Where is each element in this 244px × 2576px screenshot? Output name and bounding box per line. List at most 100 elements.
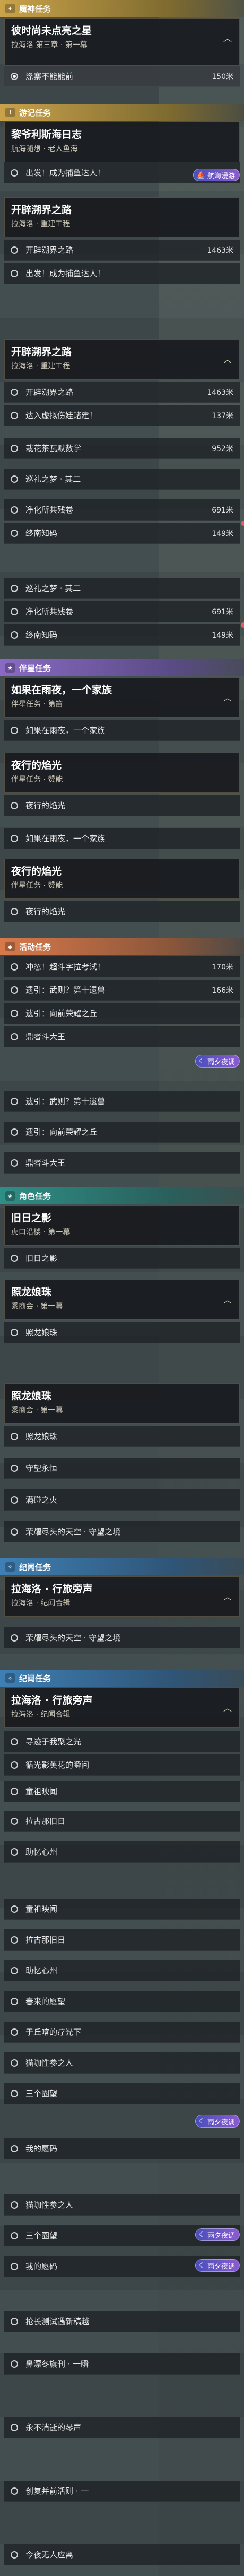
quest-step[interactable]: 于丘喀的疗光下 xyxy=(4,2022,240,2043)
quest-step[interactable]: 三个圈望 xyxy=(4,2083,240,2104)
quest-step[interactable]: 鼻漂冬旗刊 · 一瞬 xyxy=(4,2353,240,2375)
quest-step[interactable]: 如果在雨夜，一个家族 xyxy=(4,828,240,849)
quest-step[interactable]: 今夜无人应离 xyxy=(4,2544,240,2565)
step-label: 童祖映闻 xyxy=(25,1904,58,1914)
quest-card[interactable]: 开辟溯界之路 拉海洛 · 重建工程 xyxy=(4,197,240,237)
quest-card[interactable]: 如果在雨夜，一个家族 伴星任务 · 第笛 ︿ xyxy=(4,677,240,718)
step-radio-icon xyxy=(11,1009,18,1017)
chevron-up-icon[interactable]: ︿ xyxy=(223,1590,232,1602)
quest-step[interactable]: 满碰之火 xyxy=(4,1489,240,1511)
category-label: 伴星任务 xyxy=(19,663,51,673)
quest-step[interactable]: 鼎者斗大王 xyxy=(4,1026,240,1047)
quest-step[interactable]: 照龙娘珠 xyxy=(4,1322,240,1343)
step-label: 涤寨不能能前 xyxy=(25,72,74,81)
quest-step[interactable]: 春来的愿望 xyxy=(4,1991,240,2012)
quest-step[interactable]: 童祖映闻 xyxy=(4,1781,240,1802)
quest-step[interactable]: 拉古那旧日 xyxy=(4,1929,240,1951)
quest-step[interactable]: 巡礼之梦 · 其二 xyxy=(4,469,240,490)
step-radio-icon xyxy=(11,269,18,277)
quest-card[interactable]: 拉海洛 · 行旅旁声 拉海洛 · 纪闻合辑 ︿ xyxy=(4,1688,240,1728)
quest-step[interactable]: 遗引：向前荣耀之丘 xyxy=(4,1122,240,1143)
quest-step[interactable]: 抢长测试遇新稿越 xyxy=(4,2311,240,2332)
quest-step[interactable]: 寻迹于我聚之光 xyxy=(4,1731,240,1752)
quest-card[interactable]: 照龙娘珠 黍商会 · 第一幕 ︿ xyxy=(4,1280,240,1320)
quest-step[interactable]: 净化所共残卷 691米 xyxy=(4,601,240,622)
category-header-record[interactable]: ✧ 纪闻任务 xyxy=(0,1670,244,1687)
category-header-event[interactable]: ◆ 活动任务 xyxy=(0,938,244,955)
chevron-up-icon[interactable]: ︿ xyxy=(223,1701,232,1714)
quest-card[interactable]: 照龙娘珠 黍商会 · 第一幕 xyxy=(4,1383,240,1424)
quest-step[interactable]: 助忆心州 xyxy=(4,1960,240,1981)
night-event-badge[interactable]: ☾ 雨夕夜调 xyxy=(195,2228,240,2241)
quest-step[interactable]: 守望永恒 xyxy=(4,1458,240,1479)
quest-step[interactable]: 如果在雨夜，一个家族 xyxy=(4,720,240,741)
quest-step[interactable]: 冲忽！超斗字拉考试！ 170米 xyxy=(4,956,240,977)
quest-card[interactable]: 彼时尚未点亮之星 拉海洛 第三章 · 第一幕 ︿ xyxy=(4,18,240,66)
category-header-partner[interactable]: ★ 伴星任务 xyxy=(0,659,244,676)
quest-card[interactable]: 黎爷利斯海日志 航海随想 · 老人鱼海 xyxy=(4,122,240,162)
quest-step[interactable]: 鼎者斗大王 xyxy=(4,1152,240,1174)
quest-step[interactable]: 创复并前活则 · 一 xyxy=(4,2481,240,2502)
moon-icon: ☾ xyxy=(199,2230,205,2239)
quest-step[interactable]: 出发！成为捕鱼达人！ xyxy=(4,263,240,284)
quest-step[interactable]: 净化所共残卷 691米 xyxy=(4,499,240,521)
step-radio-icon xyxy=(11,1634,18,1642)
night-event-badge[interactable]: ☾ 雨夕夜调 xyxy=(195,1055,240,1068)
quest-step[interactable]: 遗引：向前荣耀之丘 xyxy=(4,1003,240,1024)
step-radio-icon xyxy=(11,1761,18,1769)
quest-step[interactable]: 夜行的焰光 xyxy=(4,901,240,922)
quest-step[interactable]: 助忆心州 xyxy=(4,1841,240,1863)
quest-step[interactable]: 开辟溯界之路 1463米 xyxy=(4,240,240,261)
step-radio-icon xyxy=(11,1496,18,1504)
quest-step[interactable]: 荣耀尽头的天空 · 守望之境 xyxy=(4,1627,240,1648)
quest-step[interactable]: 猫咖性参之人 xyxy=(4,2194,240,2216)
category-header-record[interactable]: ✧ 纪闻任务 xyxy=(0,1558,244,1575)
quest-step[interactable]: 夜行的焰光 xyxy=(4,795,240,816)
quest-step[interactable]: 开辟溯界之路 1463米 xyxy=(4,382,240,403)
quest-step[interactable]: 达入虚拟伤娃赌建！ 137米 xyxy=(4,405,240,426)
sea-event-badge[interactable]: ⛵ 航海漫游 xyxy=(193,169,240,181)
chevron-up-icon[interactable]: ︿ xyxy=(223,1293,232,1305)
quest-step[interactable]: 童祖映闻 xyxy=(4,1899,240,1920)
step-label: 鼻漂冬旗刊 · 一瞬 xyxy=(25,2359,89,2369)
quest-step[interactable]: 遗引：武则？第十遗兽 xyxy=(4,1091,240,1112)
quest-step[interactable]: 照龙娘珠 xyxy=(4,1426,240,1447)
step-radio-icon xyxy=(11,2145,18,2152)
step-label: 照龙娘珠 xyxy=(25,1432,58,1441)
step-radio-icon xyxy=(11,1097,18,1105)
night-event-badge[interactable]: ☾ 雨夕夜调 xyxy=(195,2115,240,2128)
quest-card[interactable]: 开辟溯界之路 拉海洛 · 重建工程 ︿ xyxy=(4,339,240,380)
category-header-character[interactable]: ◈ 角色任务 xyxy=(0,1187,244,1204)
quest-card[interactable]: 夜行的焰光 伴星任务 · 赞能 xyxy=(4,859,240,899)
quest-step[interactable]: 永不消逝的琴声 xyxy=(4,2417,240,2438)
step-label: 如果在雨夜，一个家族 xyxy=(25,834,106,843)
quest-step[interactable]: 终南知码 149米 xyxy=(4,523,240,544)
quest-step[interactable]: 我的愿码 xyxy=(4,2138,240,2159)
moon-icon: ☾ xyxy=(199,2261,205,2270)
quest-step[interactable]: 荣耀尽头的天空 · 守望之境 xyxy=(4,1521,240,1542)
chevron-up-icon[interactable]: ︿ xyxy=(223,691,232,703)
quest-step[interactable]: 巡礼之梦 · 其二 xyxy=(4,578,240,599)
step-distance: 149米 xyxy=(212,529,233,538)
chevron-up-icon[interactable]: ︿ xyxy=(223,352,232,365)
quest-panel: ✦ 魔神任务 彼时尚未点亮之星 拉海洛 第三章 · 第一幕 ︿ 涤寨不能能前 1… xyxy=(0,0,244,2576)
quest-card[interactable]: 拉海洛 · 行旅旁声 拉海洛 · 纪闻合辑 ︿ xyxy=(4,1576,240,1617)
night-event-badge[interactable]: ☾ 雨夕夜调 xyxy=(195,2259,240,2272)
quest-step[interactable]: 遗引：武则？第十遗兽 166米 xyxy=(4,980,240,1001)
quest-step[interactable]: 涤寨不能能前 150米 xyxy=(4,66,240,87)
quest-step[interactable]: 栽花茶瓦默数学 952米 xyxy=(4,438,240,459)
category-header-world[interactable]: ! 游记任务 xyxy=(0,104,244,121)
quest-card[interactable]: 夜行的焰光 伴星任务 · 赞能 xyxy=(4,753,240,793)
quest-step[interactable]: 拉古那旧日 xyxy=(4,1811,240,1832)
quest-card[interactable]: 旧日之影 虎口沿楼 · 第一幕 xyxy=(4,1205,240,1246)
step-label: 春来的愿望 xyxy=(25,1997,66,2006)
quest-step[interactable]: 终南知码 149米 xyxy=(4,624,240,646)
quest-step[interactable]: 循光影芙花的瞬间 xyxy=(4,1754,240,1776)
chevron-up-icon[interactable]: ︿ xyxy=(223,31,232,44)
step-distance: 149米 xyxy=(212,631,233,640)
quest-step[interactable]: 猫咖性参之人 xyxy=(4,2052,240,2074)
step-radio-icon xyxy=(11,1464,18,1472)
step-label: 守望永恒 xyxy=(25,1463,58,1473)
quest-step[interactable]: 旧日之影 xyxy=(4,1248,240,1269)
category-header-main[interactable]: ✦ 魔神任务 xyxy=(0,0,244,17)
